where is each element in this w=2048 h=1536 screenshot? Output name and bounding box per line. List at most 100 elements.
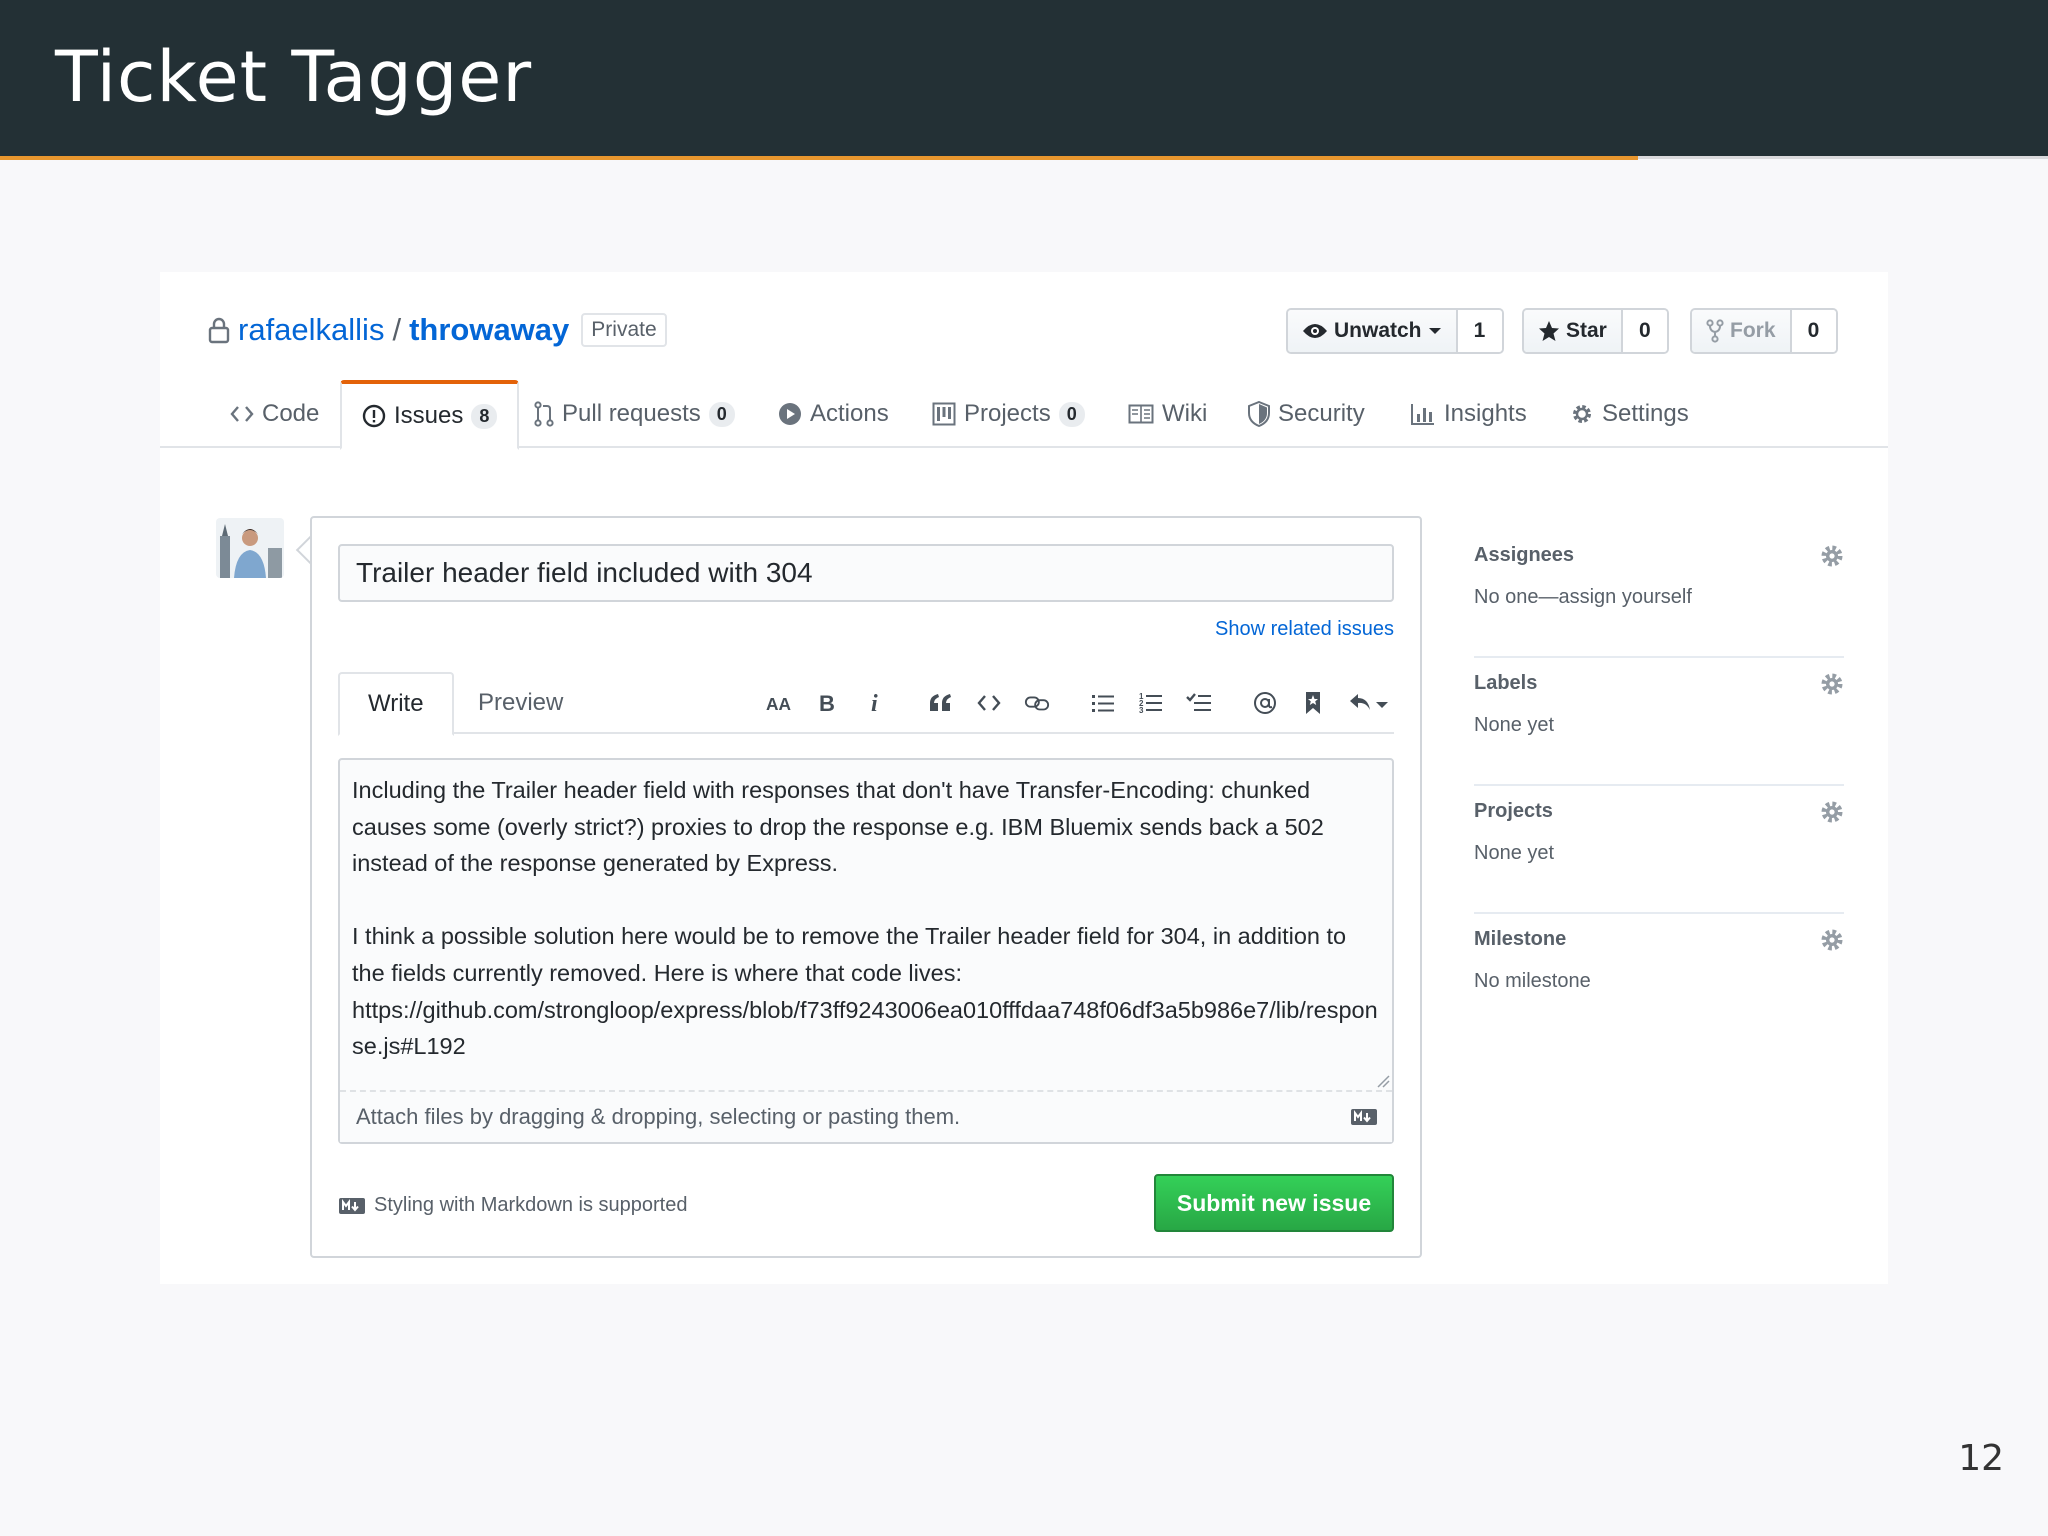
sidebar-labels: Labels None yet	[1474, 658, 1844, 786]
shield-icon	[1248, 401, 1270, 427]
tab-insights[interactable]: Insights	[1410, 380, 1527, 448]
tab-code[interactable]: Code	[230, 380, 319, 448]
repo-name-link[interactable]: throwaway	[409, 312, 569, 348]
accent-divider	[1638, 156, 2048, 159]
tab-projects-label: Projects	[964, 400, 1051, 427]
issue-sidebar: Assignees No one—assign yourself Labels …	[1474, 530, 1844, 1042]
tab-settings-label: Settings	[1602, 400, 1689, 427]
gear-icon[interactable]	[1820, 928, 1844, 952]
forks-count[interactable]: 0	[1791, 310, 1836, 352]
gear-icon[interactable]	[1820, 800, 1844, 824]
markdown-note: Styling with Markdown is supported	[338, 1194, 687, 1217]
tab-issues-label: Issues	[394, 402, 464, 429]
tab-pull-requests-label: Pull requests	[562, 400, 701, 427]
projects-counter: 0	[1058, 401, 1085, 427]
editor-tabs: Write Preview AA B i 123	[338, 672, 1394, 736]
tab-code-label: Code	[262, 400, 320, 427]
tab-preview[interactable]: Preview	[450, 672, 591, 734]
reply-icon[interactable]	[1348, 688, 1388, 718]
code-brackets-icon[interactable]	[976, 688, 1002, 718]
gear-icon[interactable]	[1820, 544, 1844, 568]
star-icon	[1539, 321, 1559, 341]
sidebar-milestone: Milestone No milestone	[1474, 914, 1844, 1042]
assignees-value[interactable]: No one—assign yourself	[1474, 586, 1692, 609]
svg-text:B: B	[819, 692, 835, 714]
tab-pull-requests[interactable]: Pull requests 0	[534, 380, 735, 448]
tab-wiki-label: Wiki	[1162, 400, 1208, 427]
svg-text:i: i	[871, 692, 878, 714]
accent-bar	[0, 156, 1638, 160]
issue-title-input[interactable]	[338, 544, 1394, 602]
slide-header: Ticket Tagger	[0, 0, 2048, 156]
labels-value: None yet	[1474, 714, 1555, 736]
bold-icon[interactable]: B	[814, 688, 840, 718]
header-text-icon[interactable]: AA	[766, 688, 792, 718]
tab-issues[interactable]: Issues 8	[340, 380, 520, 450]
fork-group: Fork 0	[1690, 308, 1838, 354]
milestone-title: Milestone	[1474, 928, 1567, 950]
svg-text:AA: AA	[766, 694, 792, 714]
book-icon	[1128, 404, 1154, 424]
bookmark-icon[interactable]	[1300, 688, 1326, 718]
issue-body-textarea[interactable]: Including the Trailer header field with …	[338, 758, 1394, 1144]
tab-settings[interactable]: Settings	[1570, 380, 1689, 448]
star-group: Star 0	[1522, 308, 1669, 354]
slide-title: Ticket Tagger	[55, 36, 533, 118]
svg-text:3: 3	[1139, 706, 1144, 714]
star-button[interactable]: Star	[1524, 310, 1623, 352]
tab-write[interactable]: Write	[338, 672, 454, 736]
projects-title: Projects	[1474, 800, 1553, 822]
unordered-list-icon[interactable]	[1090, 688, 1116, 718]
task-list-icon[interactable]	[1186, 688, 1212, 718]
fork-label: Fork	[1730, 319, 1776, 342]
sidebar-projects: Projects None yet	[1474, 786, 1844, 914]
tab-projects[interactable]: Projects 0	[932, 380, 1085, 448]
repo-nav-tabs: Code Issues 8 Pull requests 0 Actions Pr…	[160, 380, 1888, 450]
italic-icon[interactable]: i	[862, 688, 888, 718]
issue-icon	[362, 404, 386, 428]
graph-icon	[1411, 404, 1434, 425]
projects-value: None yet	[1474, 842, 1555, 864]
pull-requests-counter: 0	[708, 401, 735, 427]
repo-separator: /	[392, 312, 402, 347]
star-label: Star	[1566, 319, 1607, 342]
mention-icon[interactable]	[1252, 688, 1278, 718]
avatar[interactable]	[216, 518, 284, 578]
markdown-note-text[interactable]: Styling with Markdown is supported	[374, 1194, 687, 1217]
show-related-issues-link[interactable]: Show related issues	[1215, 618, 1394, 641]
ordered-list-icon[interactable]: 123	[1138, 688, 1164, 718]
fork-button[interactable]: Fork	[1692, 310, 1792, 352]
page-number: 12	[1958, 1438, 2004, 1479]
new-issue-form: Show related issues Write Preview AA B i…	[310, 516, 1422, 1258]
watch-group: Unwatch 1	[1286, 308, 1504, 354]
resize-grip-icon[interactable]	[1376, 1074, 1390, 1088]
private-badge: Private	[581, 313, 667, 347]
attach-files-bar[interactable]: Attach files by dragging & dropping, sel…	[340, 1090, 1392, 1142]
submit-new-issue-button[interactable]: Submit new issue	[1154, 1174, 1394, 1232]
quote-icon[interactable]	[928, 688, 954, 718]
link-icon[interactable]	[1024, 688, 1050, 718]
watchers-count[interactable]: 1	[1457, 310, 1502, 352]
tab-actions[interactable]: Actions	[778, 380, 889, 448]
tab-insights-label: Insights	[1444, 400, 1527, 427]
repo-header: rafaelkallis / throwaway Private	[208, 310, 667, 350]
fork-icon	[1706, 319, 1724, 343]
markdown-icon	[339, 1197, 365, 1214]
labels-title: Labels	[1474, 672, 1538, 694]
avatar-image	[216, 518, 284, 578]
markdown-icon	[1351, 1109, 1377, 1125]
tab-wiki[interactable]: Wiki	[1128, 380, 1207, 448]
issue-body-text[interactable]: Including the Trailer header field with …	[352, 772, 1382, 1092]
markdown-toolbar: AA B i 123	[744, 686, 1388, 720]
gear-icon[interactable]	[1820, 672, 1844, 696]
issues-counter: 8	[471, 403, 498, 429]
tab-security[interactable]: Security	[1248, 380, 1365, 448]
assignees-title: Assignees	[1474, 544, 1575, 566]
github-screenshot: rafaelkallis / throwaway Private Unwatch…	[160, 272, 1888, 1284]
eye-icon	[1303, 324, 1327, 338]
unwatch-button[interactable]: Unwatch	[1288, 310, 1458, 352]
repo-owner-link[interactable]: rafaelkallis	[238, 312, 384, 348]
tab-actions-label: Actions	[810, 400, 889, 427]
stargazers-count[interactable]: 0	[1622, 310, 1667, 352]
sidebar-assignees: Assignees No one—assign yourself	[1474, 530, 1844, 658]
